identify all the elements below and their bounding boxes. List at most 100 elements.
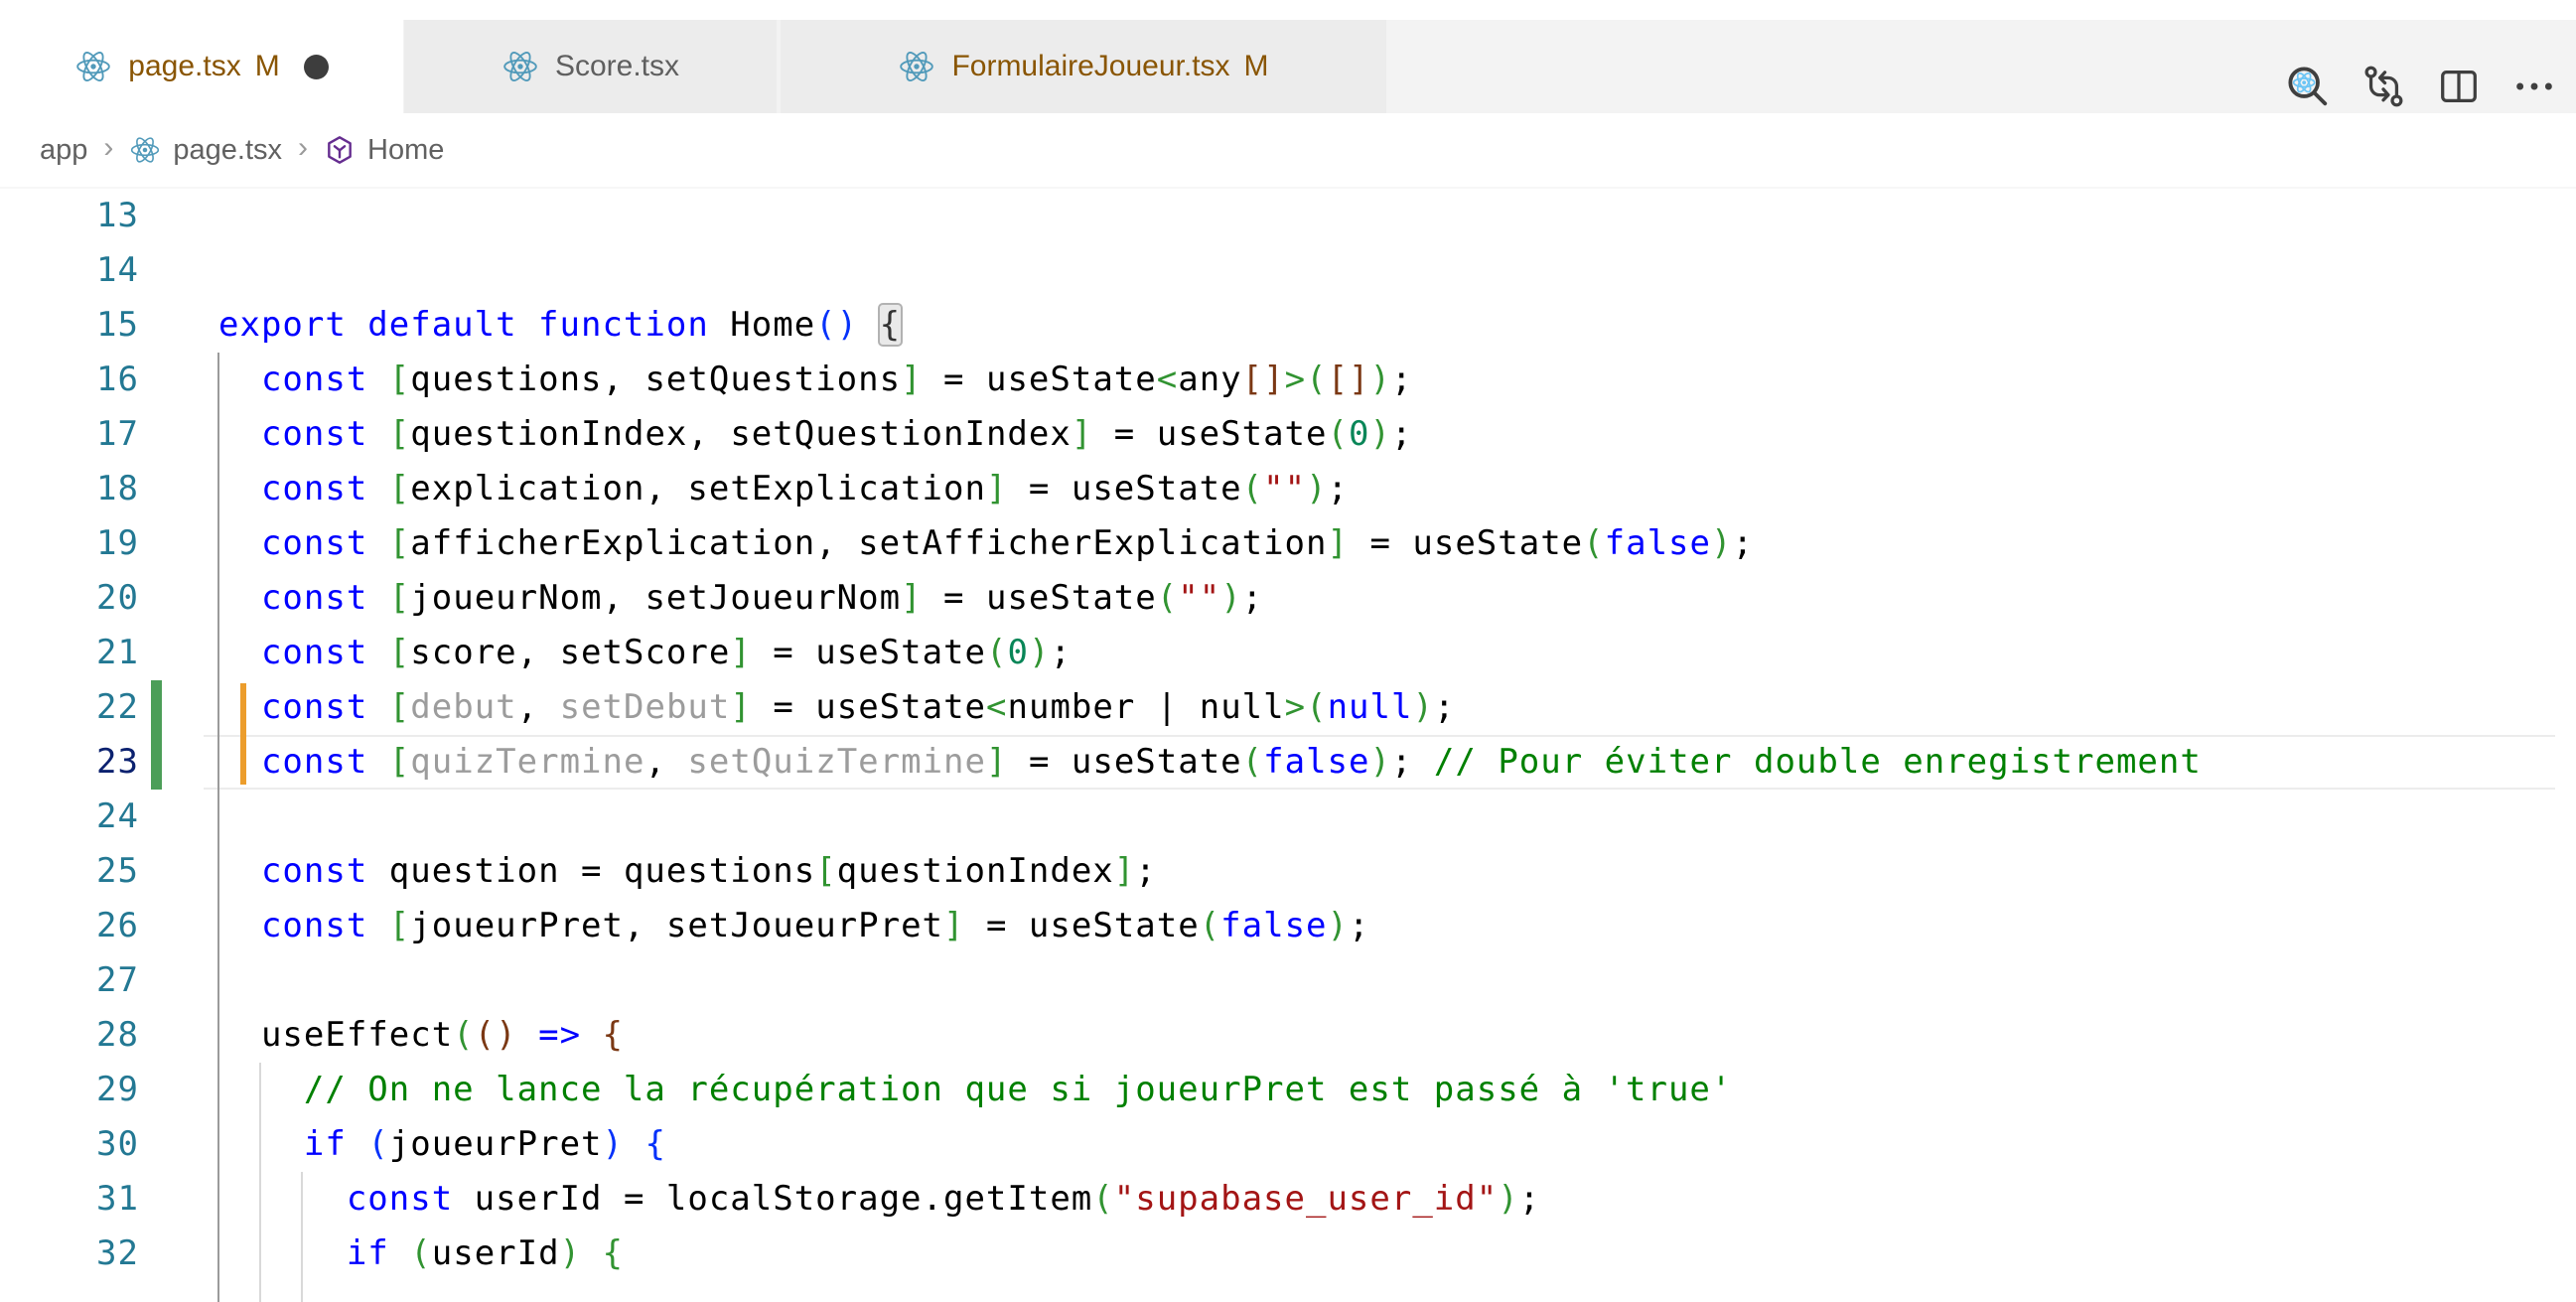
line-number[interactable]: 14 bbox=[0, 243, 139, 298]
chevron-right-icon: › bbox=[294, 131, 312, 165]
tab-formulairejoueur-tsx[interactable]: FormulaireJoueur.tsx M bbox=[781, 20, 1386, 113]
code-token: const bbox=[261, 578, 367, 618]
line-number[interactable]: 21 bbox=[0, 626, 139, 680]
code-token: ( bbox=[1306, 687, 1327, 727]
code-token: ; bbox=[1519, 1179, 1540, 1219]
code-token: ] bbox=[730, 633, 751, 672]
code-token: ) bbox=[1412, 687, 1433, 727]
line-number[interactable]: 31 bbox=[0, 1172, 139, 1227]
code-token bbox=[218, 360, 261, 399]
code-token: = useState bbox=[923, 360, 1157, 399]
line-number[interactable]: 18 bbox=[0, 462, 139, 516]
code-token: ; bbox=[1328, 469, 1349, 508]
breadcrumb-item-file[interactable]: page.tsx bbox=[173, 134, 282, 167]
code-token: ; bbox=[1050, 633, 1071, 672]
code-token: "supabase_user_id" bbox=[1114, 1179, 1498, 1219]
code-token: useEffect bbox=[218, 1015, 453, 1055]
code-line[interactable]: 23 const [quizTermine, setQuizTermine] =… bbox=[0, 735, 2576, 790]
code-line[interactable]: 15export default function Home() { bbox=[0, 298, 2576, 353]
code-line[interactable]: 26 const [joueurPret, setJoueurPret] = u… bbox=[0, 899, 2576, 953]
code-token: ( bbox=[986, 633, 1007, 672]
code-line[interactable]: 31 const userId = localStorage.getItem("… bbox=[0, 1172, 2576, 1227]
code-token: ( bbox=[1242, 742, 1263, 782]
line-number[interactable]: 20 bbox=[0, 571, 139, 626]
line-number[interactable]: 24 bbox=[0, 790, 139, 844]
code-token: score, setScore bbox=[410, 633, 730, 672]
split-editor-icon[interactable] bbox=[2435, 63, 2483, 110]
code-editor[interactable]: 131415export default function Home() {16… bbox=[0, 189, 2576, 1302]
code-line[interactable]: 19 const [afficherExplication, setAffich… bbox=[0, 516, 2576, 571]
code-line[interactable]: 30 if (joueurPret) { bbox=[0, 1117, 2576, 1172]
react-icon bbox=[501, 48, 539, 85]
line-number[interactable]: 16 bbox=[0, 353, 139, 407]
line-number[interactable]: 15 bbox=[0, 298, 139, 353]
code-token bbox=[218, 1179, 347, 1219]
code-token bbox=[218, 1070, 304, 1109]
line-number[interactable]: 26 bbox=[0, 899, 139, 953]
code-token bbox=[218, 851, 261, 891]
code-token bbox=[218, 1124, 304, 1164]
code-token: const bbox=[261, 742, 367, 782]
code-text: // On ne lance la récupération que si jo… bbox=[218, 1063, 1732, 1117]
react-icon bbox=[898, 48, 935, 85]
tab-score-tsx[interactable]: Score.tsx bbox=[404, 20, 777, 113]
code-token: ] bbox=[1327, 523, 1348, 563]
line-number[interactable]: 27 bbox=[0, 953, 139, 1008]
code-line[interactable]: 24 bbox=[0, 790, 2576, 844]
code-token: => bbox=[538, 1015, 581, 1055]
code-line[interactable]: 25 const question = questions[questionIn… bbox=[0, 844, 2576, 899]
code-token: () bbox=[815, 305, 858, 345]
code-line[interactable]: 22 const [debut, setDebut] = useState<nu… bbox=[0, 680, 2576, 735]
code-token: ] bbox=[943, 906, 964, 945]
code-token: ; bbox=[1391, 360, 1412, 399]
code-token: joueurPret bbox=[389, 1124, 603, 1164]
search-react-icon[interactable] bbox=[2284, 63, 2332, 110]
code-line[interactable]: 28 useEffect(() => { bbox=[0, 1008, 2576, 1063]
code-token: ( bbox=[1242, 469, 1263, 508]
code-line[interactable]: 29 // On ne lance la récupération que si… bbox=[0, 1063, 2576, 1117]
code-token: = useState bbox=[1349, 523, 1583, 563]
code-line[interactable]: 17 const [questionIndex, setQuestionInde… bbox=[0, 407, 2576, 462]
code-token: = useState bbox=[1007, 742, 1241, 782]
more-actions-icon[interactable] bbox=[2510, 63, 2558, 110]
compare-changes-icon[interactable] bbox=[2360, 63, 2407, 110]
code-token bbox=[624, 1124, 644, 1164]
line-number[interactable]: 23 bbox=[0, 735, 139, 790]
code-line[interactable]: 18 const [explication, setExplication] =… bbox=[0, 462, 2576, 516]
code-token: false bbox=[1220, 906, 1327, 945]
breadcrumb-item-symbol[interactable]: Home bbox=[367, 134, 444, 167]
code-token bbox=[367, 742, 388, 782]
code-text: const [explication, setExplication] = us… bbox=[218, 462, 1349, 516]
line-number[interactable]: 32 bbox=[0, 1227, 139, 1281]
code-token: [ bbox=[389, 687, 410, 727]
line-number[interactable]: 22 bbox=[0, 680, 139, 735]
line-number[interactable]: 19 bbox=[0, 516, 139, 571]
line-number[interactable]: 17 bbox=[0, 407, 139, 462]
code-line[interactable]: 27 bbox=[0, 953, 2576, 1008]
code-line[interactable]: 14 bbox=[0, 243, 2576, 298]
code-line[interactable]: 13 bbox=[0, 189, 2576, 243]
code-token: = useState bbox=[923, 578, 1157, 618]
line-number[interactable]: 29 bbox=[0, 1063, 139, 1117]
code-token bbox=[367, 469, 388, 508]
code-token: ; bbox=[1732, 523, 1753, 563]
code-token: [ bbox=[815, 851, 836, 891]
breadcrumb-item-app[interactable]: app bbox=[40, 134, 87, 167]
react-icon bbox=[74, 48, 112, 85]
code-token: ] bbox=[1072, 414, 1092, 454]
code-line[interactable]: 21 const [score, setScore] = useState(0)… bbox=[0, 626, 2576, 680]
code-line[interactable]: 32 if (userId) { bbox=[0, 1227, 2576, 1281]
code-line[interactable]: 16 const [questions, setQuestions] = use… bbox=[0, 353, 2576, 407]
code-line[interactable]: 20 const [joueurNom, setJoueurNom] = use… bbox=[0, 571, 2576, 626]
code-token: ) bbox=[1711, 523, 1732, 563]
tab-page-tsx[interactable]: page.tsx M bbox=[0, 20, 403, 113]
code-token: if bbox=[347, 1233, 389, 1273]
unsaved-dot-icon[interactable] bbox=[304, 55, 329, 79]
code-token: = useState bbox=[1092, 414, 1327, 454]
line-number[interactable]: 30 bbox=[0, 1117, 139, 1172]
line-number[interactable]: 28 bbox=[0, 1008, 139, 1063]
code-token: null bbox=[1328, 687, 1413, 727]
line-number[interactable]: 13 bbox=[0, 189, 139, 243]
line-number[interactable]: 25 bbox=[0, 844, 139, 899]
code-text: const [joueurNom, setJoueurNom] = useSta… bbox=[218, 571, 1263, 626]
